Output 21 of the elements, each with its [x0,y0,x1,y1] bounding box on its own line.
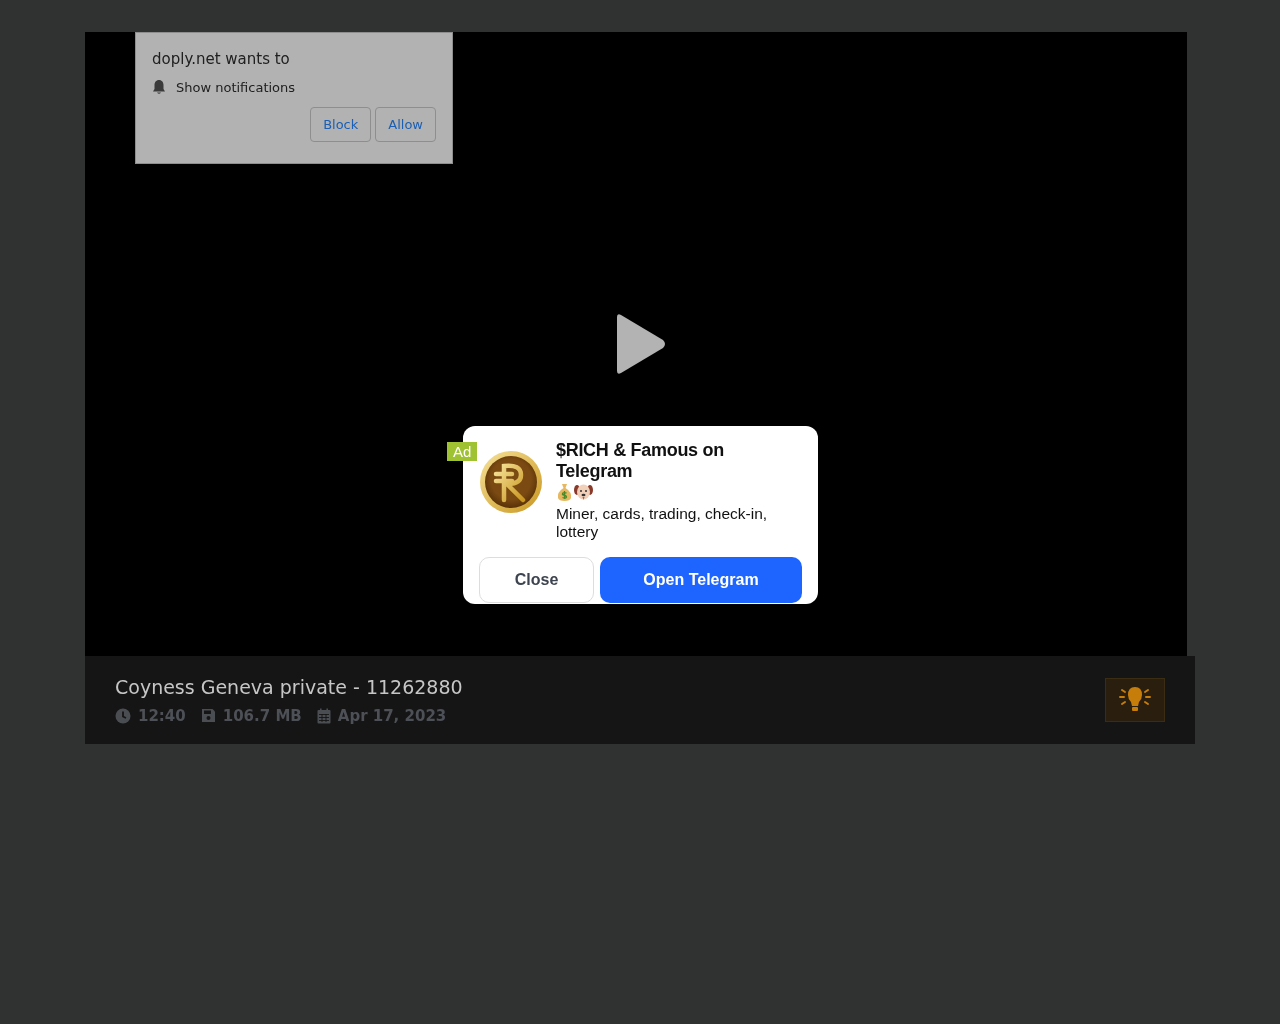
clock-icon [115,707,131,724]
permission-label: Show notifications [176,79,296,95]
open-telegram-button[interactable]: Open Telegram [600,557,802,603]
video-duration: 12:40 [138,706,186,725]
ad-title: $RICH & Famous on Telegram [556,440,725,482]
ad-badge: Ad [447,442,478,461]
dog-face-icon [574,483,593,501]
video-title: Coyness Geneva private - 11262880 [115,675,463,698]
coin-logo-icon [479,450,543,514]
video-player[interactable]: doply.net wants to Show notifications Block Allow Ad $RICH & Famous on Telegram Miner, cards, trading, check-in, lottery Close Open Telegram [85,32,1187,656]
bell-icon [152,79,166,95]
prompt-button[interactable]: Block [310,107,372,142]
ad-description: Miner, cards, trading, check-in, lottery [556,505,769,541]
lights-toggle-button[interactable] [1105,678,1165,722]
close-button[interactable]: Close [479,557,594,603]
prompt-message: doply.net wants to [152,50,291,68]
file-size: 106.7 MB [222,706,302,725]
calendar-icon [316,707,331,724]
upload-date: Apr 17, 2023 [337,706,447,725]
prompt-button[interactable]: Allow [375,107,436,142]
money-bag-icon [556,483,573,501]
